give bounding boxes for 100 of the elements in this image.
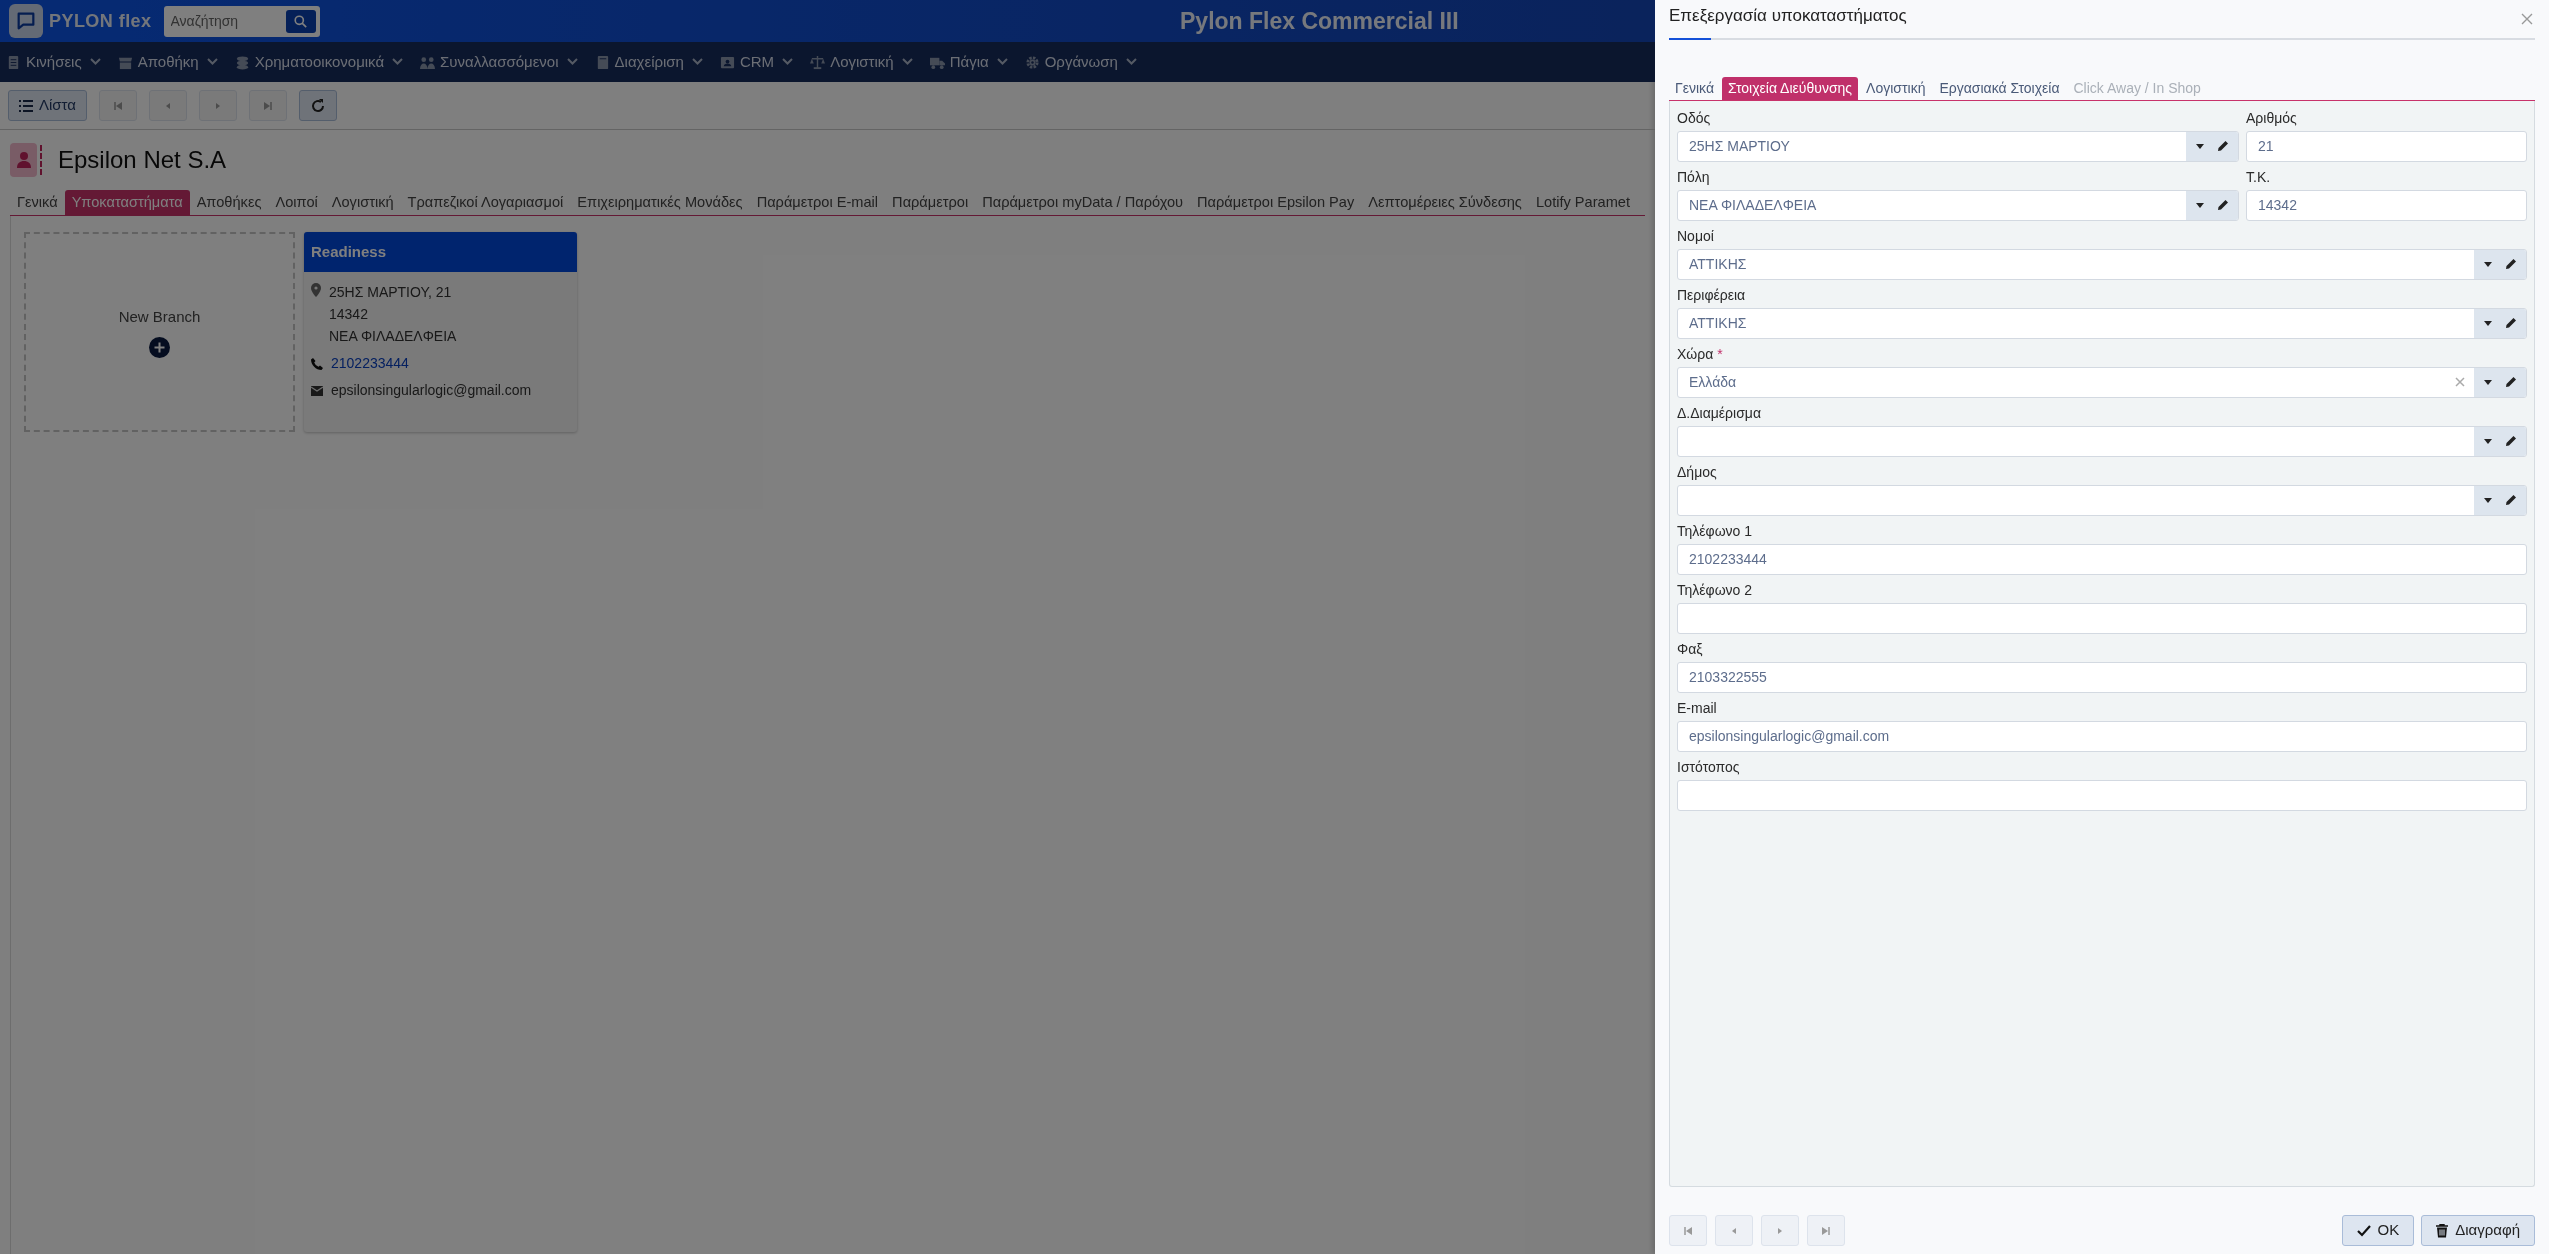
email-text: epsilonsingularlogic@gmail.com: [331, 381, 532, 400]
tab[interactable]: Γενικά: [1669, 76, 1720, 100]
clear-icon[interactable]: [2455, 376, 2465, 387]
input-field[interactable]: 2103322555: [1677, 661, 2527, 693]
menu-item[interactable]: Διαχείριση: [594, 50, 703, 74]
field-label: Δήμος: [1677, 463, 1717, 483]
dropdown-icon[interactable]: [2483, 438, 2492, 444]
input-field[interactable]: 2102233444: [1677, 543, 2527, 575]
edit-icon[interactable]: [2216, 199, 2229, 212]
trash-icon: [2436, 1223, 2449, 1238]
first-page-icon: [1682, 1224, 1694, 1237]
dropdown-icon[interactable]: [2483, 261, 2492, 267]
input-field[interactable]: 14342: [2246, 189, 2527, 221]
ok-button[interactable]: OK: [2341, 1215, 2415, 1246]
tab[interactable]: Παράμετροι E-mail: [749, 190, 886, 215]
menu-item[interactable]: Χρηματοοικονομικά: [234, 50, 404, 74]
field-label: Οδός: [1677, 109, 1711, 129]
address-line: 25ΗΣ ΜΑΡΤΙΟΥ, 21: [329, 283, 453, 302]
field-label: Χώρα: [1677, 345, 1714, 365]
chevron-down-icon: [89, 58, 101, 66]
edit-icon[interactable]: [2504, 317, 2517, 330]
people-icon: [420, 54, 436, 70]
last-page-icon: [1820, 1224, 1832, 1237]
menu-item[interactable]: Οργάνωση: [1024, 50, 1137, 74]
combo-field[interactable]: [1677, 425, 2527, 457]
search-icon: [294, 14, 308, 28]
field-label: Νομοί: [1677, 227, 1714, 247]
menu-item[interactable]: Αποθήκη: [117, 50, 218, 74]
menu-item[interactable]: Λογιστική: [810, 50, 913, 74]
tab[interactable]: Παράμετροι: [885, 190, 976, 215]
tab[interactable]: Λοιποί: [268, 190, 325, 215]
last-page-icon: [262, 99, 274, 112]
combo-field[interactable]: ΝΕΑ ΦΙΛΑΔΕΛΦΕΙΑ: [1677, 189, 2239, 221]
list-button[interactable]: Λίστα: [8, 90, 87, 121]
close-icon[interactable]: [2521, 12, 2533, 25]
combo-field[interactable]: Ελλάδα: [1677, 366, 2527, 398]
tab[interactable]: Λογιστική: [1860, 76, 1932, 100]
field-label: Περιφέρεια: [1677, 286, 1746, 306]
edit-icon[interactable]: [2504, 435, 2517, 448]
edit-icon[interactable]: [2504, 376, 2517, 389]
combo-field[interactable]: 25ΗΣ ΜΑΡΤΙΟΥ: [1677, 130, 2239, 162]
dropdown-icon[interactable]: [2483, 320, 2492, 326]
edit-icon[interactable]: [2504, 494, 2517, 507]
logo-text: PYLON flex: [49, 9, 152, 33]
address-line: ΝΕΑ ΦΙΛΑΔΕΛΦΕΙΑ: [329, 327, 457, 346]
tab[interactable]: Lotify Paramet: [1528, 190, 1637, 215]
tab[interactable]: Επιχειρηματικές Μονάδες: [570, 190, 750, 215]
field-label: E-mail: [1677, 699, 1717, 719]
new-branch-card[interactable]: New Branch: [24, 232, 295, 432]
chevron-down-icon: [1125, 58, 1137, 66]
tab[interactable]: Λεπτομέρειες Σύνδεσης: [1361, 190, 1529, 215]
tab[interactable]: Υποκαταστήματα: [64, 190, 190, 215]
dropdown-icon[interactable]: [2195, 202, 2204, 208]
card-header: Readiness: [304, 232, 577, 272]
combo-field[interactable]: ΑΤΤΙΚΗΣ: [1677, 248, 2527, 280]
tab[interactable]: Λογιστική: [324, 190, 401, 215]
edit-icon[interactable]: [2216, 140, 2229, 153]
id-card-icon: [719, 54, 735, 70]
dropdown-icon[interactable]: [2483, 497, 2492, 503]
input-field[interactable]: 21: [2246, 130, 2527, 162]
delete-button[interactable]: Διαγραφή: [2421, 1215, 2535, 1246]
dropdown-icon[interactable]: [2195, 143, 2204, 149]
scale-icon: [810, 54, 826, 70]
input-field[interactable]: [1677, 602, 2527, 634]
record-title: Epsilon Net S.A: [58, 145, 227, 175]
phone-link[interactable]: 2102233444: [331, 353, 409, 374]
field-label: Ιστότοπος: [1677, 758, 1740, 778]
refresh-icon: [310, 97, 326, 114]
combo-field[interactable]: [1677, 484, 2527, 516]
field-label: Φαξ: [1677, 640, 1703, 660]
app-title: Pylon Flex Commercial III: [1180, 6, 1459, 36]
menu-item[interactable]: CRM: [719, 50, 794, 74]
input-field[interactable]: epsilonsingularlogic@gmail.com: [1677, 720, 2527, 752]
chevron-down-icon: [566, 58, 578, 66]
dropdown-icon[interactable]: [2483, 379, 2492, 385]
add-icon[interactable]: [149, 336, 170, 358]
tab[interactable]: Εργασιακά Στοιχεία: [1933, 76, 2066, 100]
first-page-icon: [112, 99, 124, 112]
menu-item[interactable]: Συναλλασσόμενοι: [420, 50, 578, 74]
chevron-down-icon: [691, 58, 703, 66]
field-label: Δ.Διαμέρισμα: [1677, 404, 1761, 424]
combo-field[interactable]: ΑΤΤΙΚΗΣ: [1677, 307, 2527, 339]
edit-icon[interactable]: [2504, 258, 2517, 271]
tab[interactable]: Παράμετροι Epsilon Pay: [1190, 190, 1362, 215]
tab[interactable]: Γενικά: [10, 190, 65, 215]
tab[interactable]: Αποθήκες: [189, 190, 269, 215]
list-icon: [19, 99, 33, 112]
tab[interactable]: Στοιχεία Διεύθυνσης: [1722, 76, 1859, 100]
tab[interactable]: Παράμετροι myData / Παρόχου: [975, 190, 1191, 215]
new-branch-label: New Branch: [118, 307, 201, 328]
chevron-down-icon: [996, 58, 1008, 66]
menu-item[interactable]: Πάγια: [929, 50, 1008, 74]
tab[interactable]: Τραπεζικοί Λογαριασμοί: [400, 190, 571, 215]
document-icon: [6, 54, 21, 70]
logo-icon: [9, 4, 43, 38]
refresh-button[interactable]: [299, 90, 337, 121]
input-field[interactable]: [1677, 779, 2527, 811]
envelope-icon: [311, 385, 323, 396]
menu-item[interactable]: Κινήσεις: [6, 50, 101, 74]
branch-card[interactable]: Readiness 25ΗΣ ΜΑΡΤΙΟΥ, 21 14342 ΝΕΑ ΦΙΛΑΔΕΛΦΕΙΑ 2102233444 epsilonsingularlogic@gmail.com: [304, 232, 577, 432]
